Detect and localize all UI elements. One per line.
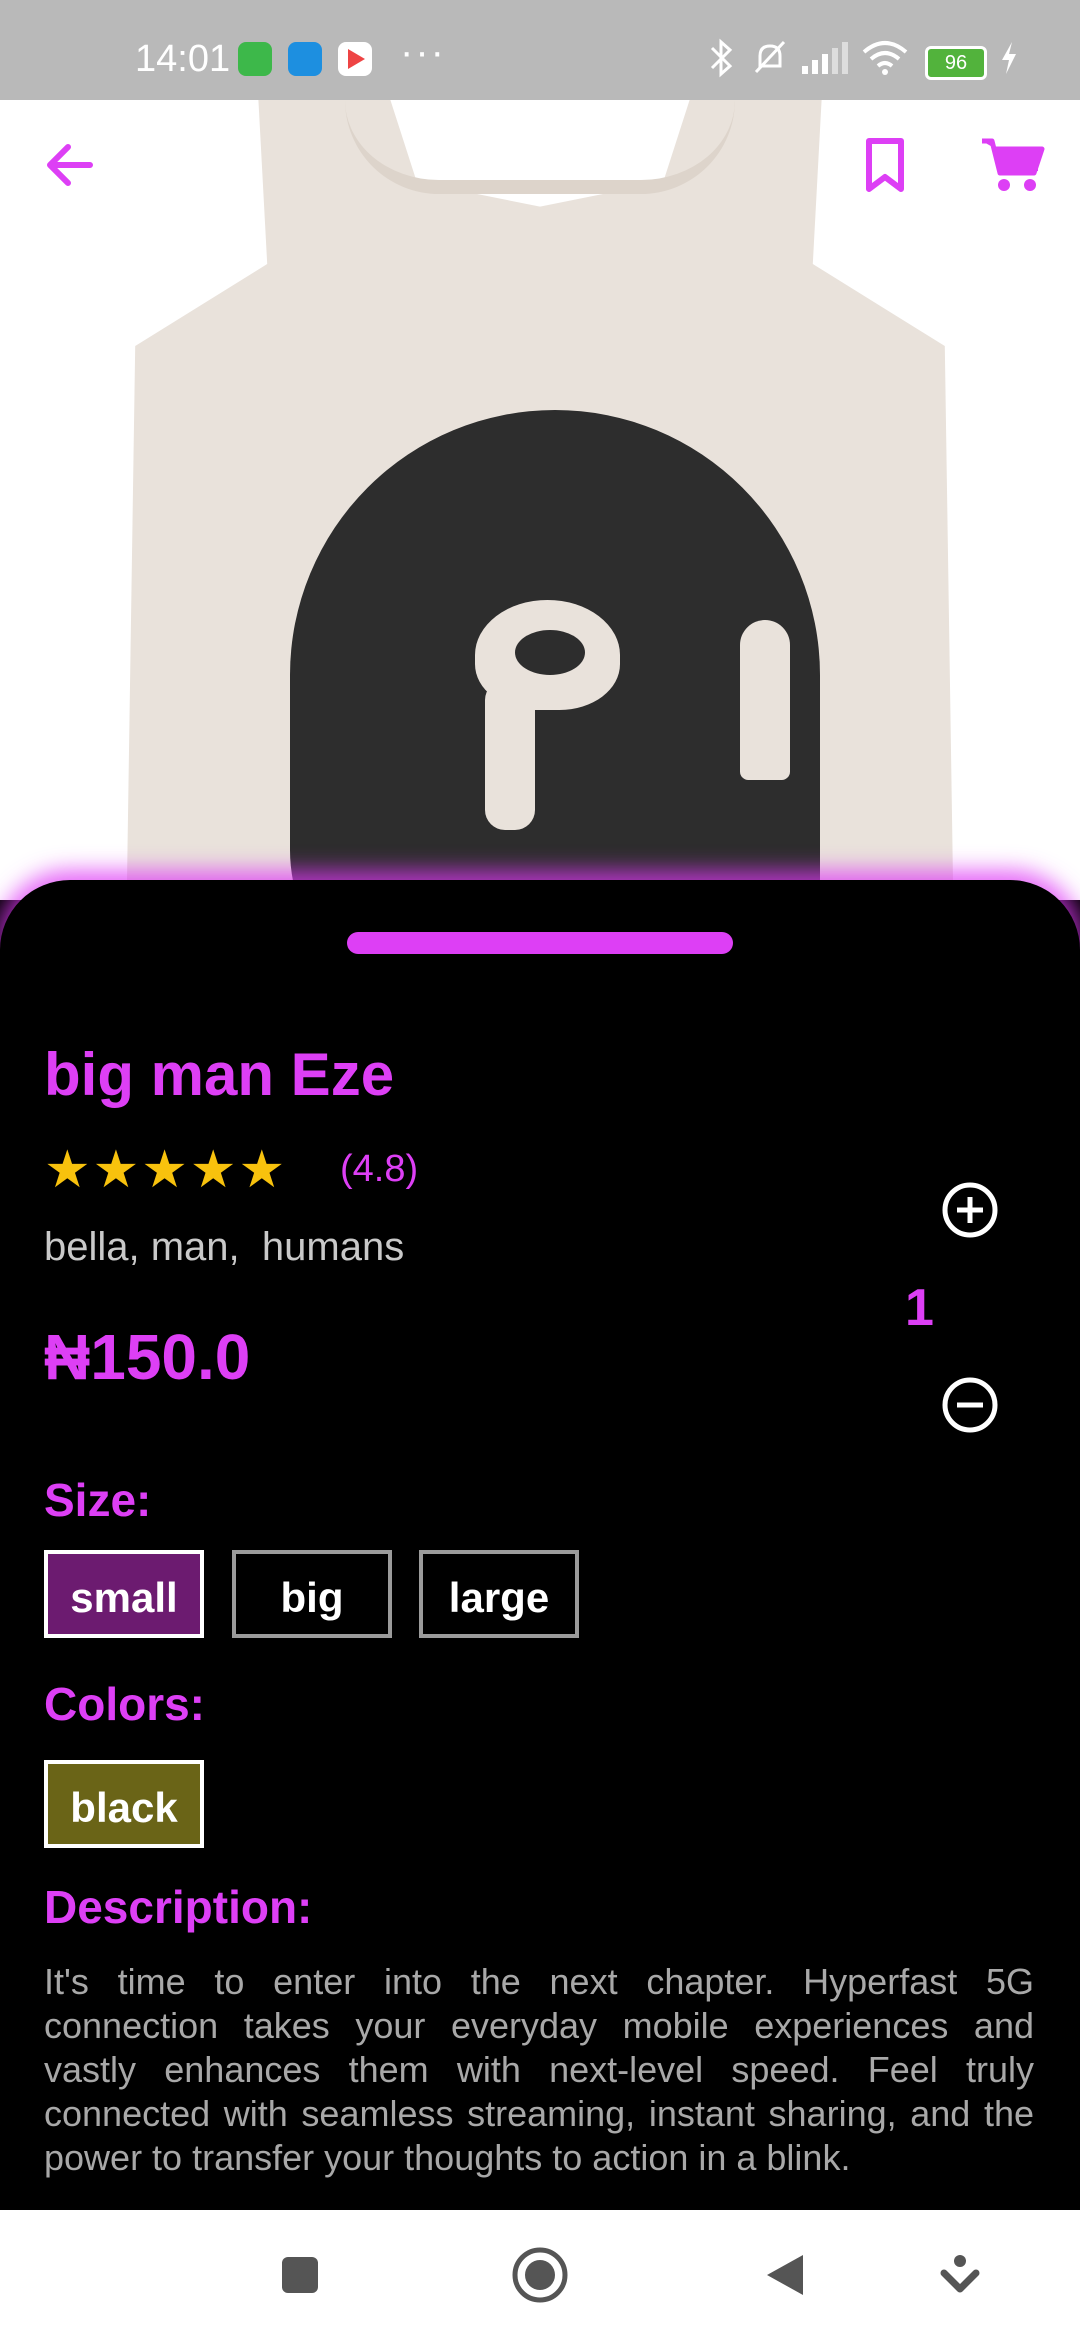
play-store-icon <box>338 42 372 76</box>
color-option-black[interactable]: black <box>44 1760 204 1848</box>
signal-icon <box>800 38 850 83</box>
quantity-value: 1 <box>905 1279 934 1337</box>
description-label: Description: <box>44 1881 313 1933</box>
back-nav-button[interactable] <box>755 2210 815 2340</box>
size-option-small[interactable]: small <box>44 1550 204 1638</box>
rating-stars: ★★★★★ <box>44 1141 288 1199</box>
bookmark-icon <box>866 138 904 192</box>
charging-icon <box>998 38 1020 83</box>
square-icon <box>282 2257 318 2293</box>
more-dots-icon: ··· <box>400 30 446 74</box>
plus-circle-icon <box>942 1182 998 1238</box>
rating-value: (4.8) <box>340 1148 419 1190</box>
triangle-back-icon <box>767 2255 803 2295</box>
minus-circle-icon <box>942 1377 998 1433</box>
assistant-button[interactable] <box>935 2210 985 2340</box>
android-app-icon <box>238 42 272 76</box>
home-button[interactable] <box>510 2210 570 2340</box>
home-circle-icon <box>512 2247 568 2303</box>
bookmark-button[interactable] <box>855 135 915 195</box>
twitter-icon <box>288 42 322 76</box>
product-tags: bella, man, humans <box>44 1225 405 1269</box>
mute-icon <box>750 38 790 83</box>
product-title: big man Eze <box>44 1041 395 1108</box>
product-image <box>0 100 1080 900</box>
description-text: It's time to enter into the next chapter… <box>44 1961 1034 2178</box>
print-side-mark <box>740 620 790 780</box>
size-option-big[interactable]: big <box>232 1550 392 1638</box>
colors-label: Colors: <box>44 1678 205 1730</box>
size-option-large[interactable]: large <box>419 1550 579 1638</box>
assistant-down-icon <box>940 2255 980 2293</box>
battery-icon: 96 <box>925 46 987 80</box>
increase-quantity-button[interactable] <box>940 1180 1000 1245</box>
product-price: ₦150.0 <box>44 1321 251 1393</box>
cart-icon <box>982 138 1045 191</box>
cart-button[interactable] <box>980 135 1046 195</box>
system-navigation-bar <box>0 2210 1080 2340</box>
status-bar: 14:01 ··· 96 <box>0 0 1080 100</box>
recents-button[interactable] <box>270 2210 330 2340</box>
status-time: 14:01 <box>135 38 231 80</box>
wifi-icon <box>860 38 910 83</box>
back-button[interactable] <box>40 135 100 195</box>
bluetooth-icon <box>706 38 736 83</box>
sheet-drag-handle[interactable] <box>347 932 733 954</box>
size-label: Size: <box>44 1474 152 1526</box>
arrow-left-icon <box>47 144 93 186</box>
decrease-quantity-button[interactable] <box>940 1375 1000 1440</box>
print-drip-mark <box>485 680 535 830</box>
tank-collar <box>345 100 735 194</box>
